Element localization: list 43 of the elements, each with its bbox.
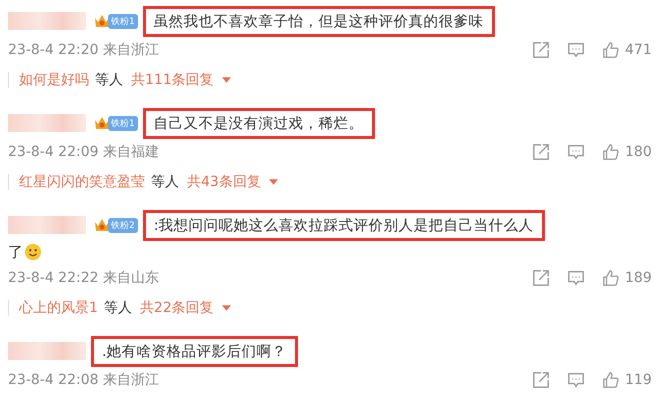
comment-time: 23-8-4 22:09 来自福建 bbox=[8, 143, 159, 161]
thumbs-up-icon[interactable] bbox=[602, 371, 620, 389]
fan-badge: 铁粉1 bbox=[108, 116, 138, 130]
comment-time: 23-8-4 22:08 来自浙江 bbox=[8, 371, 159, 389]
comment-time: 23-8-4 22:20 来自浙江 bbox=[8, 41, 159, 59]
share-icon[interactable] bbox=[532, 371, 550, 389]
share-icon[interactable] bbox=[532, 41, 550, 59]
like-count: 119 bbox=[625, 372, 652, 388]
comment-icon[interactable] bbox=[567, 269, 585, 287]
thumbs-up-icon[interactable] bbox=[602, 41, 620, 59]
reply-suffix: 等人 bbox=[104, 299, 132, 317]
comment-icon[interactable] bbox=[567, 41, 585, 59]
thumbs-up-icon[interactable] bbox=[602, 143, 620, 161]
comment-icon[interactable] bbox=[567, 371, 585, 389]
reply-suffix: 等人 bbox=[95, 71, 123, 89]
comment-time: 23-8-4 22:22 来自山东 bbox=[8, 269, 159, 287]
comment-text: .她有啥资格品评影后们啊？ bbox=[91, 336, 298, 366]
reply-count-link[interactable]: 共111条回复 bbox=[131, 71, 214, 89]
crown-icon bbox=[94, 13, 110, 29]
fan-badge: 铁粉1 bbox=[108, 14, 138, 28]
crown-icon bbox=[94, 217, 110, 233]
like-count: 471 bbox=[625, 42, 652, 58]
share-icon[interactable] bbox=[532, 143, 550, 161]
comment-text: 自己又不是没有演过戏，稀烂。 bbox=[142, 108, 375, 138]
comment-icon[interactable] bbox=[567, 143, 585, 161]
share-icon[interactable] bbox=[532, 269, 550, 287]
reply-count-link[interactable]: 共22条回复 bbox=[140, 299, 214, 317]
comment-text-continuation: 了 bbox=[8, 242, 23, 262]
reply-username[interactable]: 如何是好吗 bbox=[19, 71, 89, 89]
caret-icon[interactable] bbox=[222, 77, 231, 83]
crown-icon bbox=[94, 115, 110, 131]
comment-text: 虽然我也不喜欢章子怡，但是这种评价真的很爹味 bbox=[142, 6, 495, 36]
caret-icon[interactable] bbox=[268, 179, 278, 185]
like-count: 189 bbox=[625, 270, 652, 286]
caret-icon[interactable] bbox=[222, 305, 231, 311]
reply-username[interactable]: 心上的风景1 bbox=[19, 299, 98, 317]
fan-badge: 铁粉2 bbox=[108, 218, 138, 232]
reply-suffix: 等人 bbox=[151, 173, 179, 191]
thumbs-up-icon[interactable] bbox=[602, 269, 620, 287]
reply-username[interactable]: 红星闪闪的笑意盈莹 bbox=[19, 173, 145, 191]
comment-text: :我想问问呢她这么喜欢拉踩式评价别人是把自己当什么人 bbox=[142, 210, 545, 240]
like-count: 180 bbox=[625, 144, 652, 160]
reply-count-link[interactable]: 共43条回复 bbox=[187, 173, 261, 191]
